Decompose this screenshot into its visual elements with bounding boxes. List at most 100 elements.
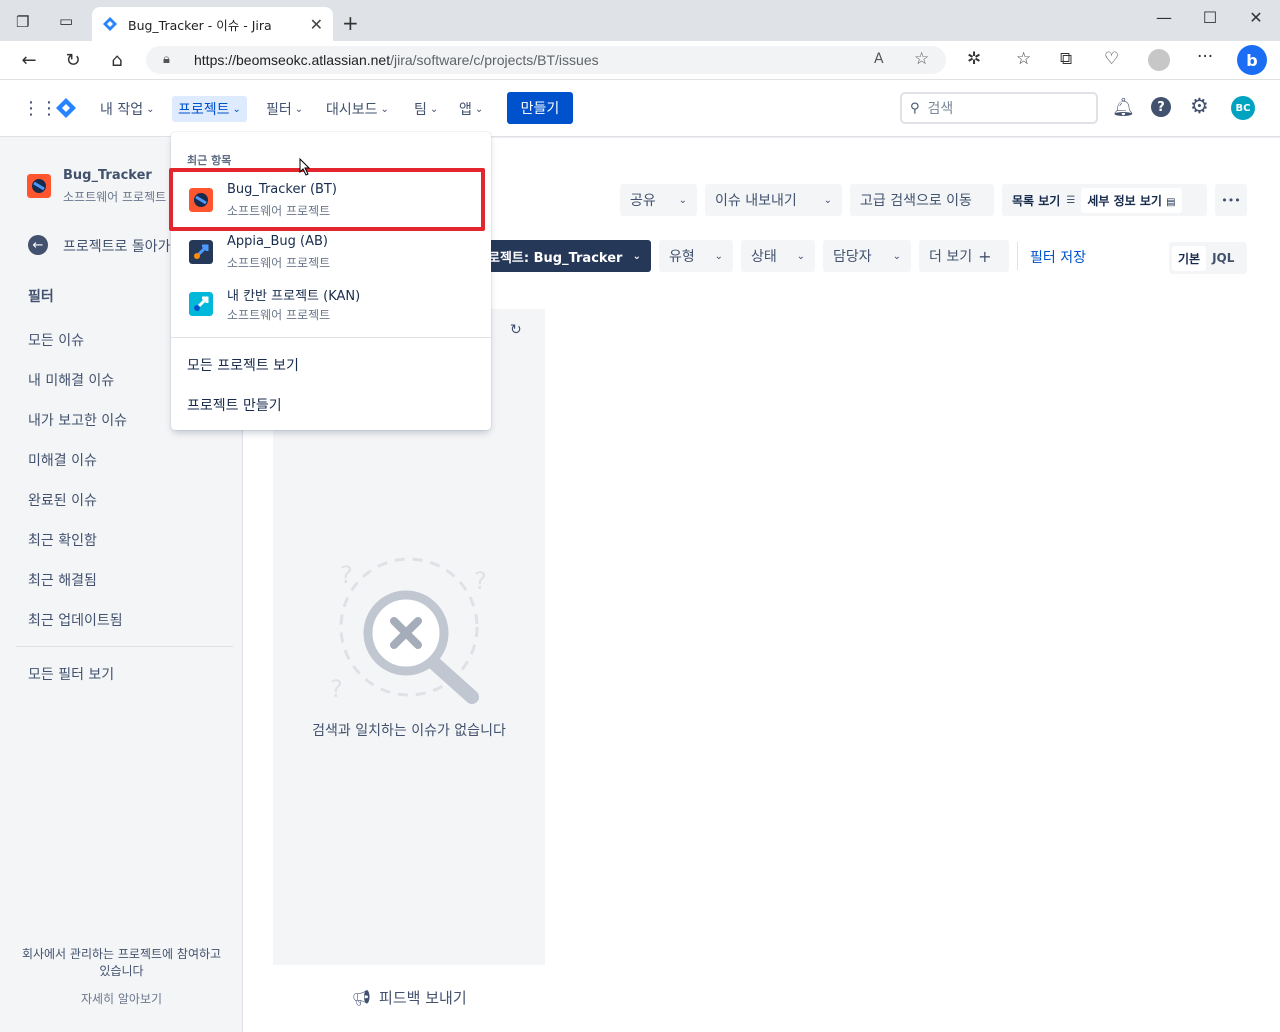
nav-teams[interactable]: 팀 ⌄ — [408, 96, 444, 122]
performance-icon[interactable]: ♡ — [1104, 49, 1119, 69]
maximize-icon[interactable]: ☐ — [1187, 8, 1233, 27]
dropdown-project-appia-bug[interactable] — [173, 228, 489, 278]
view-all-projects-link[interactable]: 모든 프로젝트 보기 — [187, 355, 299, 375]
more-filters-button[interactable]: 더 보기 + — [919, 240, 1009, 272]
tab-close-icon[interactable]: ✕ — [310, 15, 323, 34]
search-icon: ⚲ — [910, 100, 920, 116]
chevron-down-icon: ⌄ — [892, 250, 901, 262]
jira-logo-icon[interactable] — [55, 97, 77, 119]
view-toggle: 목록 보기 ☰ 세부 정보 보기 ▤ — [1002, 184, 1207, 216]
chevron-down-icon: ⌄ — [632, 250, 641, 262]
sidebar-filter-recently-resolved[interactable]: 최근 해결됨 — [28, 570, 97, 590]
share-button[interactable]: 공유 ⌄ — [620, 184, 697, 216]
minimize-icon[interactable]: — — [1141, 8, 1187, 27]
type-filter-button[interactable]: 유형 ⌄ — [659, 240, 733, 272]
assignee-filter-button[interactable]: 담당자 ⌄ — [823, 240, 911, 272]
settings-more-icon[interactable]: ··· — [1197, 47, 1213, 67]
nav-label: 프로젝트 — [178, 102, 230, 118]
window-close-icon[interactable]: ✕ — [1233, 8, 1279, 27]
nav-projects[interactable]: 프로젝트 ⌄ — [172, 96, 247, 122]
back-icon[interactable]: ← — [17, 50, 41, 71]
nav-dashboards[interactable]: 대시보드 ⌄ — [320, 96, 395, 122]
nav-my-work[interactable]: 내 작업 ⌄ — [94, 96, 160, 122]
sidebar-filter-all-issues[interactable]: 모든 이슈 — [28, 330, 84, 350]
detail-view-button[interactable]: 세부 정보 보기 ▤ — [1081, 187, 1182, 213]
create-project-link[interactable]: 프로젝트 만들기 — [187, 395, 282, 415]
settings-gear-icon[interactable]: ⚙ — [1190, 94, 1209, 118]
managed-project-note: 회사에서 관리하는 프로젝트에 참여하고 — [21, 947, 222, 961]
svg-text:?: ? — [340, 561, 353, 589]
home-icon[interactable]: ⌂ — [105, 50, 129, 71]
search-input[interactable]: ⚲ 검색 — [900, 92, 1098, 124]
project-type-ab: 소프트웨어 프로젝트 — [227, 256, 331, 270]
new-tab-icon[interactable]: + — [342, 11, 359, 35]
favorites-icon[interactable]: ☆ — [1016, 49, 1031, 69]
back-to-project-link[interactable]: 프로젝트로 돌아가기 — [63, 236, 171, 256]
project-filter-button[interactable]: 로젝트: Bug_Tracker ⌄ — [478, 240, 651, 272]
mouse-cursor-icon — [299, 158, 311, 176]
chevron-down-icon: ⌄ — [429, 103, 439, 115]
nav-label: 대시보드 — [326, 102, 378, 118]
search-mode-toggle: 기본 JQL — [1169, 242, 1247, 274]
detail-icon: ▤ — [1166, 196, 1176, 208]
filter-divider — [1017, 242, 1018, 270]
sidebar-filter-reported-by-me[interactable]: 내가 보고한 이슈 — [28, 410, 127, 430]
extensions-icon[interactable]: ✲ — [967, 49, 981, 69]
status-filter-button[interactable]: 상태 ⌄ — [741, 240, 815, 272]
list-view-button[interactable]: 목록 보기 — [1006, 192, 1066, 209]
advanced-search-button[interactable]: 고급 검색으로 이동 — [850, 184, 994, 216]
bing-copilot-icon[interactable]: b — [1237, 45, 1267, 75]
learn-more-link[interactable]: 자세히 알아보기 — [0, 990, 243, 1007]
refresh-icon[interactable]: ↻ — [61, 50, 85, 71]
read-aloud-icon[interactable]: A — [874, 51, 884, 67]
export-issues-button[interactable]: 이슈 내보내기 ⌄ — [705, 184, 842, 216]
more-actions-button[interactable]: ••• — [1215, 184, 1247, 216]
sidebar-filter-recently-updated[interactable]: 최근 업데이트됨 — [28, 610, 123, 630]
tab-title: Bug_Tracker - 이슈 - Jira — [128, 17, 272, 33]
tab-actions-icon[interactable]: ▭ — [59, 12, 73, 30]
bug-tracker-project-icon — [27, 174, 51, 198]
nav-apps[interactable]: 앱 ⌄ — [453, 96, 489, 122]
jql-mode-button[interactable]: JQL — [1206, 251, 1240, 265]
megaphone-icon: 📢︎ — [352, 988, 372, 1007]
svg-text:?: ? — [330, 675, 343, 703]
chevron-down-icon: ⌄ — [380, 103, 389, 115]
lock-icon[interactable]: 🔒︎ — [163, 52, 170, 67]
notifications-icon[interactable]: 🔔︎ — [1112, 97, 1135, 118]
sidebar-filter-recently-viewed[interactable]: 최근 확인함 — [28, 530, 97, 550]
browser-tab[interactable]: Bug_Tracker - 이슈 - Jira ✕ — [92, 7, 333, 41]
url-input[interactable]: https://beomseokc.atlassian.net/jira/sof… — [146, 46, 946, 74]
create-button[interactable]: 만들기 — [507, 92, 573, 124]
save-filter-link[interactable]: 필터 저장 — [1030, 247, 1086, 267]
chevron-down-icon: ⌄ — [232, 103, 241, 115]
plus-icon: + — [978, 246, 992, 266]
nav-filters[interactable]: 필터 ⌄ — [260, 96, 309, 122]
nav-label: 앱 — [459, 102, 472, 118]
sidebar-project-name[interactable]: Bug_Tracker — [63, 168, 152, 183]
sidebar-filter-done[interactable]: 완료된 이슈 — [28, 490, 97, 510]
favorite-star-icon[interactable]: ☆ — [914, 49, 929, 69]
kanban-project-icon — [189, 292, 213, 316]
sidebar-filter-my-open[interactable]: 내 미해결 이슈 — [28, 370, 114, 390]
workspaces-icon[interactable]: ❐ — [16, 13, 29, 31]
basic-mode-button[interactable]: 기본 — [1172, 245, 1207, 271]
back-arrow-icon[interactable]: ← — [28, 235, 48, 255]
assignee-filter-label: 담당자 — [833, 249, 872, 265]
recent-heading: 최근 항목 — [187, 154, 232, 167]
chevron-down-icon: ⌄ — [823, 194, 832, 206]
detail-view-label: 세부 정보 보기 — [1087, 193, 1162, 208]
sidebar-filter-open[interactable]: 미해결 이슈 — [28, 450, 97, 470]
feedback-label: 피드백 보내기 — [379, 989, 467, 1007]
profile-icon[interactable] — [1148, 49, 1170, 71]
nav-label: 팀 — [414, 102, 427, 118]
view-all-filters-link[interactable]: 모든 필터 보기 — [28, 664, 114, 684]
refresh-list-icon[interactable]: ↻ — [510, 322, 522, 338]
filters-heading: 필터 — [28, 289, 54, 305]
avatar[interactable]: BC — [1231, 96, 1255, 120]
collections-icon[interactable]: ⧉ — [1060, 49, 1072, 69]
sidebar-project-type: 소프트웨어 프로젝트 — [63, 190, 167, 204]
feedback-button[interactable]: 📢︎ 피드백 보내기 — [352, 987, 467, 1008]
sidebar-divider — [16, 646, 233, 647]
help-icon[interactable]: ? — [1151, 97, 1171, 117]
url-host: https://beomseokc.atlassian.net — [194, 52, 391, 68]
